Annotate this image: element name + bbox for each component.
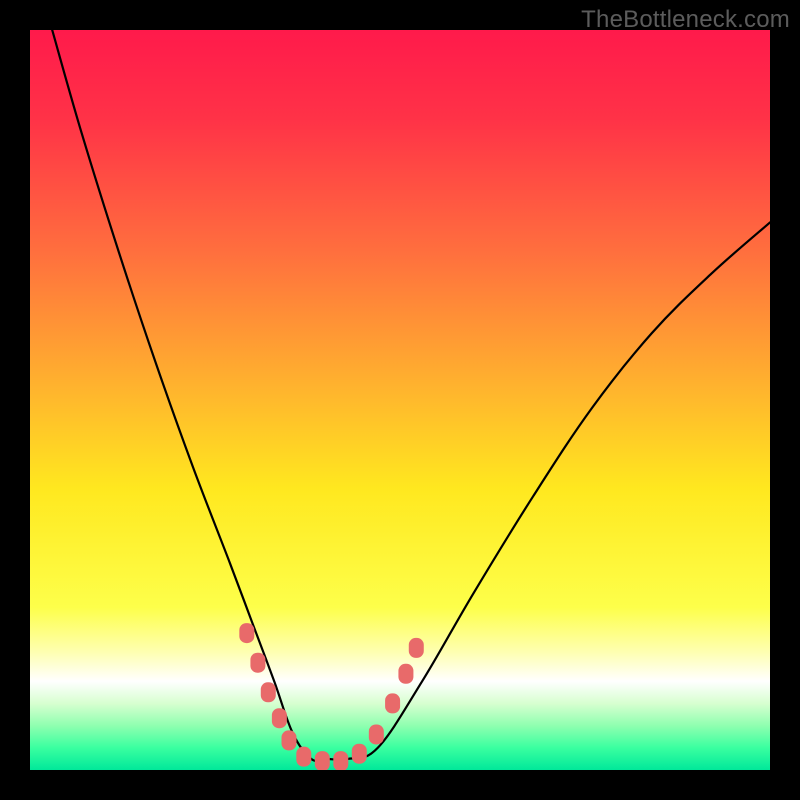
curve-marker: [239, 623, 254, 643]
curve-marker: [352, 744, 367, 764]
chart-frame: { "watermark": "TheBottleneck.com", "col…: [0, 0, 800, 800]
curve-marker: [333, 751, 348, 770]
curve-marker: [261, 682, 276, 702]
curve-marker: [385, 693, 400, 713]
curve-marker: [272, 708, 287, 728]
curve-marker: [282, 730, 297, 750]
curve-marker: [369, 724, 384, 744]
curve-marker: [296, 747, 311, 767]
curve-marker: [398, 664, 413, 684]
watermark-text: TheBottleneck.com: [581, 6, 790, 34]
chart-svg: [30, 30, 770, 770]
curve-marker: [409, 638, 424, 658]
curve-marker: [250, 653, 265, 673]
plot-area: [30, 30, 770, 770]
markers-group: [239, 623, 423, 770]
curve-marker: [315, 751, 330, 770]
